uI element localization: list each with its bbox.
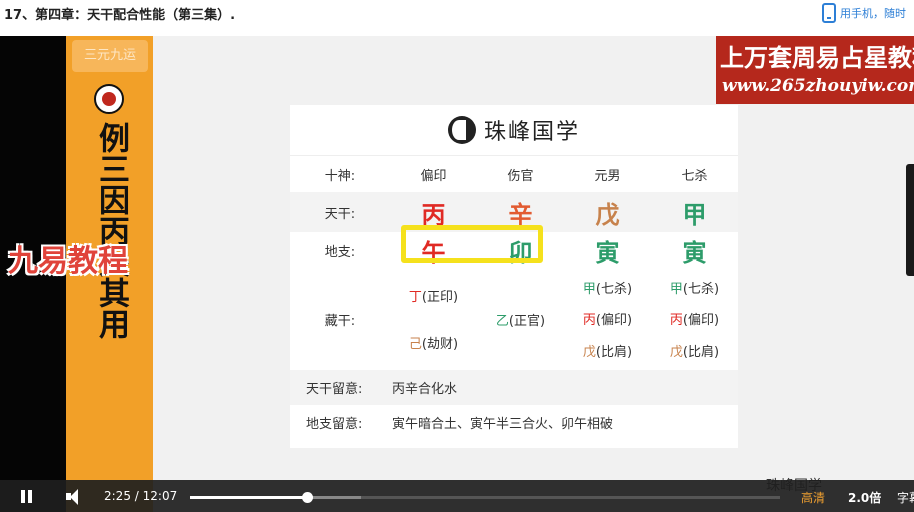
hidden-stems-row: 藏干: 丁(正印) 己(劫财) 乙(正官) 甲(七杀) 丙(偏印) 戊(比肩) 甲(七… bbox=[290, 268, 738, 370]
hidden-stem-role: (正印) bbox=[421, 290, 459, 305]
hidden-stem-char: 丙 bbox=[669, 313, 683, 329]
quality-button[interactable]: 高清 bbox=[801, 489, 825, 506]
hidden-stem-role: (比肩) bbox=[682, 344, 720, 360]
note-value: 寅午暗合土、寅午半三合火、卯午相破 bbox=[392, 417, 614, 432]
hidden-stem-char: 甲 bbox=[582, 282, 596, 298]
hidden-stem-char: 己 bbox=[408, 337, 422, 352]
hidden-stem-char: 丙 bbox=[582, 313, 596, 329]
time-display: 2:25 / 12:07 bbox=[104, 489, 177, 503]
mobile-link-label: 用手机，随时 bbox=[840, 7, 906, 20]
ten-gods-row: 十神: 偏印 伤官 元男 七杀 bbox=[290, 156, 738, 192]
note-label: 天干留意: bbox=[306, 382, 363, 397]
ad-banner: 上万套周易占星教程 www.265zhouyiw.com bbox=[716, 36, 914, 104]
hidden-stem-char: 戊 bbox=[582, 344, 596, 360]
row-label: 十神: bbox=[324, 168, 356, 184]
lesson-title: 17、第四章：天干配合性能（第三集）. bbox=[4, 8, 236, 23]
progress-handle[interactable] bbox=[302, 492, 314, 503]
branch-note-row: 地支留意: 寅午暗合土、寅午半三合火、卯午相破 bbox=[290, 405, 738, 440]
row-label: 藏干: bbox=[324, 313, 356, 329]
branch-cell: 寅 bbox=[682, 237, 707, 267]
mobile-link[interactable]: 用手机，随时 bbox=[822, 3, 906, 23]
hidden-stem-role: (七杀) bbox=[595, 282, 633, 298]
yinyang-icon bbox=[94, 84, 124, 114]
hidden-stems-col: 甲(七杀) 丙(偏印) 戊(比肩) bbox=[651, 268, 738, 370]
played-bar bbox=[190, 496, 308, 499]
branch-cell: 寅 bbox=[595, 237, 620, 267]
row-label: 天干: bbox=[324, 206, 356, 222]
note-value: 丙辛合化水 bbox=[392, 382, 458, 397]
brand-name: 珠峰国学 bbox=[483, 120, 580, 145]
hidden-stem-role: (正官) bbox=[508, 313, 546, 329]
current-time: 2:25 bbox=[104, 489, 131, 503]
hidden-stem-char: 丁 bbox=[408, 290, 422, 305]
highlight-box bbox=[401, 225, 543, 263]
hidden-stem: 甲(七杀) bbox=[583, 278, 632, 297]
duration: 12:07 bbox=[142, 489, 178, 503]
volume-icon[interactable] bbox=[66, 489, 84, 505]
note-label: 地支留意: bbox=[306, 417, 363, 432]
hidden-stem: 戊(比肩) bbox=[670, 341, 719, 360]
hidden-stem: 乙(正官) bbox=[496, 310, 545, 329]
hidden-stem-char: 戊 bbox=[669, 344, 683, 360]
stem-cell: 戊 bbox=[595, 199, 620, 229]
speed-button[interactable]: 2.0倍 bbox=[848, 489, 881, 506]
ad-title: 上万套周易占星教程 bbox=[720, 43, 914, 72]
top-bar: 17、第四章：天干配合性能（第三集）. 用手机，随时 bbox=[0, 0, 914, 36]
hidden-stems-col: 甲(七杀) 丙(偏印) 戊(比肩) bbox=[564, 268, 651, 370]
watermark: 九易教程 bbox=[8, 244, 128, 279]
stem-note-row: 天干留意: 丙辛合化水 bbox=[290, 370, 738, 405]
stem-cell: 甲 bbox=[682, 199, 707, 229]
time-separator: / bbox=[134, 489, 139, 503]
subtitle-button[interactable]: 字幕 bbox=[897, 489, 914, 506]
side-panel-handle[interactable] bbox=[906, 164, 914, 276]
hidden-stem-char: 乙 bbox=[495, 313, 509, 329]
ten-god-cell: 元男 bbox=[594, 168, 621, 184]
side-logo: 三元九运 bbox=[72, 40, 148, 72]
pause-icon[interactable] bbox=[20, 490, 34, 503]
hidden-stem: 丙(偏印) bbox=[670, 309, 719, 328]
bazi-chart-card: 珠峰国学 十神: 偏印 伤官 元男 七杀 天干: 丙 辛 戊 甲 地支: 午 卯… bbox=[290, 105, 738, 448]
hidden-stem-role: (比肩) bbox=[595, 344, 633, 360]
hidden-stems-col: 乙(正官) bbox=[477, 268, 564, 370]
progress-bar[interactable] bbox=[190, 492, 780, 503]
hidden-stem: 甲(七杀) bbox=[670, 278, 719, 297]
player-controls: 2:25 / 12:07 高清 2.0倍 字幕 bbox=[0, 480, 914, 512]
hidden-stem-role: (偏印) bbox=[595, 313, 633, 329]
hidden-stem: 丙(偏印) bbox=[583, 309, 632, 328]
hidden-stems-col: 丁(正印) 己(劫财) bbox=[390, 268, 477, 370]
slide-side-title: 例三因丙失其用 bbox=[93, 122, 129, 339]
ten-god-cell: 伤官 bbox=[507, 168, 534, 184]
ten-god-cell: 七杀 bbox=[681, 168, 708, 184]
hidden-stem-char: 甲 bbox=[669, 282, 683, 298]
hidden-stem: 己(劫财) bbox=[409, 333, 458, 352]
hidden-stem-role: (劫财) bbox=[421, 337, 459, 352]
phone-icon bbox=[822, 3, 836, 23]
hidden-stem: 丁(正印) bbox=[409, 286, 458, 305]
video-player[interactable]: 三元九运 例三因丙失其用 上万套周易占星教程 www.265zhouyiw.co… bbox=[0, 36, 914, 512]
hidden-stem: 戊(比肩) bbox=[583, 341, 632, 360]
hidden-stem-role: (七杀) bbox=[682, 282, 720, 298]
taiji-logo-icon bbox=[447, 116, 476, 144]
card-header: 珠峰国学 bbox=[290, 105, 738, 156]
ad-url: www.265zhouyiw.com bbox=[722, 76, 914, 96]
hidden-stem-role: (偏印) bbox=[682, 313, 720, 329]
ten-god-cell: 偏印 bbox=[420, 168, 447, 184]
row-label: 地支: bbox=[324, 244, 356, 260]
